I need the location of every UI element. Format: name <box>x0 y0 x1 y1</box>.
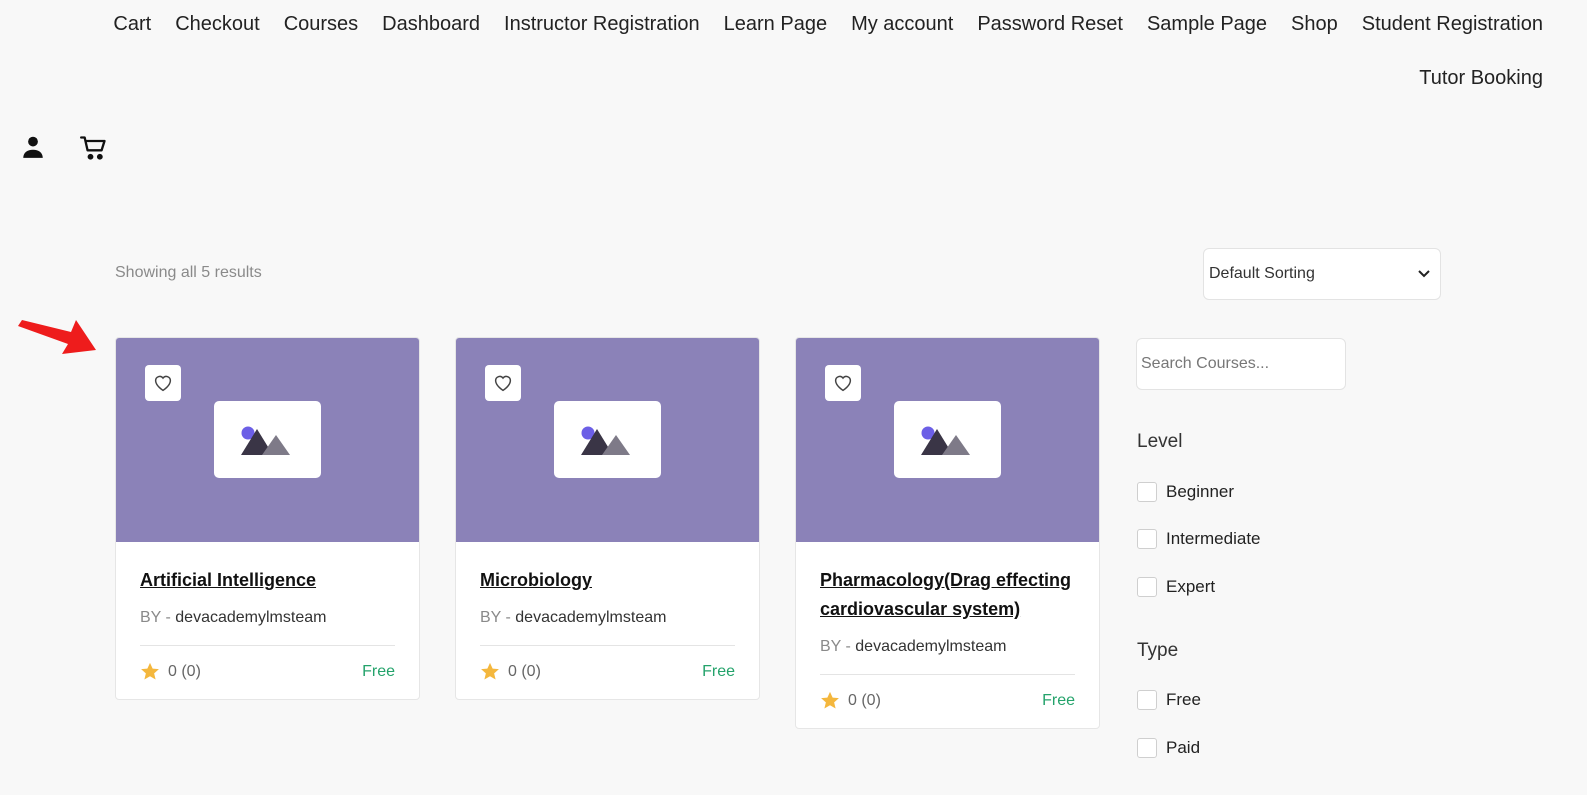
course-price: Free <box>1042 691 1075 709</box>
image-placeholder-icon <box>554 401 661 478</box>
image-placeholder-icon <box>214 401 321 478</box>
by-label: BY - <box>480 609 511 626</box>
course-title[interactable]: Pharmacology(Drag effecting cardiovascul… <box>820 566 1075 624</box>
course-price: Free <box>362 662 395 680</box>
star-icon <box>821 691 839 709</box>
filter-expert[interactable]: Expert <box>1137 577 1215 597</box>
by-label: BY - <box>820 638 851 655</box>
results-count: Showing all 5 results <box>115 264 262 281</box>
filter-label: Beginner <box>1166 482 1235 501</box>
sort-select[interactable]: Default Sorting <box>1203 248 1441 300</box>
checkbox[interactable] <box>1137 529 1157 549</box>
filter-label: Paid <box>1166 738 1201 757</box>
nav-password-reset[interactable]: Password Reset <box>977 10 1123 38</box>
search-courses-input[interactable] <box>1136 338 1346 390</box>
course-author: devacademylmsteam <box>515 609 667 626</box>
course-title[interactable]: Microbiology <box>480 566 735 595</box>
chevron-down-icon <box>1418 265 1430 283</box>
nav-shop[interactable]: Shop <box>1291 10 1338 38</box>
course-price: Free <box>702 662 735 680</box>
checkbox[interactable] <box>1137 577 1157 597</box>
filter-free[interactable]: Free <box>1137 690 1201 710</box>
sort-select-value: Default Sorting <box>1209 265 1315 282</box>
course-card: Artificial Intelligence BY - devacademyl… <box>115 337 420 700</box>
cart-icon[interactable] <box>80 134 108 162</box>
checkbox[interactable] <box>1137 482 1157 502</box>
course-author: devacademylmsteam <box>855 638 1007 655</box>
user-icon[interactable] <box>20 134 48 162</box>
type-filter-title: Type <box>1137 640 1179 661</box>
filter-label: Intermediate <box>1166 529 1261 548</box>
header-icons <box>20 134 108 162</box>
star-icon <box>141 662 159 680</box>
course-card: Pharmacology(Drag effecting cardiovascul… <box>795 337 1100 729</box>
course-rating: 0 (0) <box>848 691 881 709</box>
filter-paid[interactable]: Paid <box>1137 738 1200 758</box>
card-divider <box>820 674 1075 675</box>
by-label: BY - <box>140 609 171 626</box>
nav-courses[interactable]: Courses <box>284 10 358 38</box>
checkbox[interactable] <box>1137 690 1157 710</box>
checkbox[interactable] <box>1137 738 1157 758</box>
card-divider <box>140 645 395 646</box>
course-thumbnail[interactable] <box>796 338 1099 542</box>
card-divider <box>480 645 735 646</box>
nav-student-registration[interactable]: Student Registration <box>1362 10 1543 38</box>
top-navigation: Cart Checkout Courses Dashboard Instruct… <box>23 10 1543 92</box>
heart-icon <box>154 375 172 392</box>
nav-my-account[interactable]: My account <box>851 10 953 38</box>
nav-cart[interactable]: Cart <box>113 10 151 38</box>
wishlist-button[interactable] <box>485 365 521 401</box>
course-title[interactable]: Artificial Intelligence <box>140 566 395 595</box>
nav-instructor-registration[interactable]: Instructor Registration <box>504 10 700 38</box>
heart-icon <box>834 375 852 392</box>
nav-sample-page[interactable]: Sample Page <box>1147 10 1267 38</box>
course-rating: 0 (0) <box>508 662 541 680</box>
red-arrow-annotation <box>16 318 100 367</box>
wishlist-button[interactable] <box>825 365 861 401</box>
nav-tutor-booking[interactable]: Tutor Booking <box>1419 64 1543 92</box>
course-card: Microbiology BY - devacademylmsteam 0 (0… <box>455 337 760 700</box>
nav-checkout[interactable]: Checkout <box>175 10 260 38</box>
heart-icon <box>494 375 512 392</box>
filter-label: Expert <box>1166 577 1216 596</box>
course-thumbnail[interactable] <box>456 338 759 542</box>
wishlist-button[interactable] <box>145 365 181 401</box>
filter-intermediate[interactable]: Intermediate <box>1137 529 1261 549</box>
filter-beginner[interactable]: Beginner <box>1137 482 1234 502</box>
filter-label: Free <box>1166 690 1201 709</box>
image-placeholder-icon <box>894 401 1001 478</box>
star-icon <box>481 662 499 680</box>
nav-learn-page[interactable]: Learn Page <box>724 10 827 38</box>
course-rating: 0 (0) <box>168 662 201 680</box>
level-filter-title: Level <box>1137 431 1183 452</box>
course-thumbnail[interactable] <box>116 338 419 542</box>
course-author: devacademylmsteam <box>175 609 327 626</box>
nav-dashboard[interactable]: Dashboard <box>382 10 480 38</box>
